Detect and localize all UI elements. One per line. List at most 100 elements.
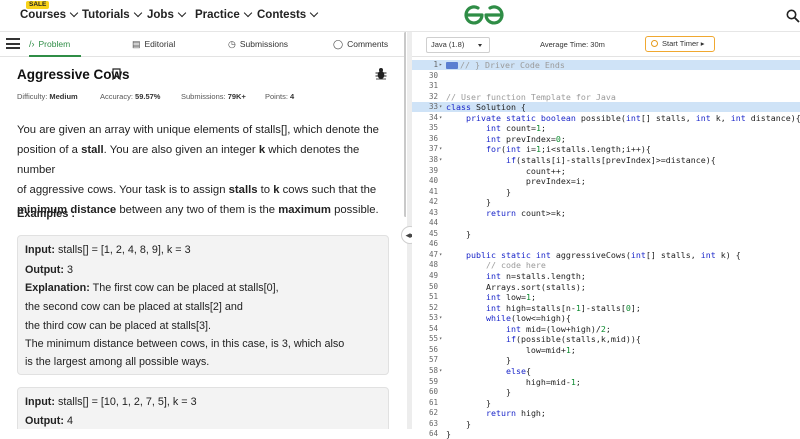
code-text: } bbox=[446, 429, 451, 439]
line-number: 31 bbox=[428, 81, 438, 91]
tab-problem[interactable]: /› Problem bbox=[29, 32, 81, 57]
code-line[interactable]: 45 } bbox=[412, 229, 800, 239]
code-line[interactable]: 35 int count=1; bbox=[412, 123, 800, 133]
language-select[interactable]: Java (1.8) bbox=[426, 37, 490, 53]
code-line[interactable]: 58 ▾ else{ bbox=[412, 366, 800, 376]
code-line[interactable]: 64} bbox=[412, 429, 800, 439]
code-text: public static int aggressiveCows(int[] s… bbox=[465, 249, 741, 260]
chevron-down-icon bbox=[243, 8, 253, 18]
fold-toggle-icon[interactable]: ▾ bbox=[439, 366, 442, 376]
code-text: for(int i=1;i<stalls.length;i++){ bbox=[485, 144, 651, 155]
desc-line: position of a stall. You are also given … bbox=[17, 144, 360, 176]
tab-submissions[interactable]: ◷ Submissions bbox=[228, 32, 288, 57]
gfg-logo-icon[interactable] bbox=[463, 4, 505, 26]
line-number: 42 bbox=[428, 197, 438, 207]
code-line[interactable]: 52 int high=stalls[n-1]-stalls[0]; bbox=[412, 303, 800, 313]
code-line[interactable]: 62 return high; bbox=[412, 408, 800, 418]
problem-tabs: /› Problem ▤ Editorial ◷ Submissions ◯ Comme… bbox=[0, 32, 406, 57]
fold-toggle-icon[interactable]: ▾ bbox=[439, 250, 442, 260]
code-line[interactable]: 46 bbox=[412, 239, 800, 249]
code-line[interactable]: 34 ▾ private static boolean possible(int[… bbox=[412, 113, 800, 123]
code-line[interactable]: 36 int prevIndex=0; bbox=[412, 134, 800, 144]
code-editor[interactable]: 1 ▸ // } Driver Code Ends 30 31 32 // User fun… bbox=[412, 57, 800, 439]
code-line[interactable]: 51 int low=1; bbox=[412, 292, 800, 302]
code-line[interactable]: 49 int n=stalls.length; bbox=[412, 271, 800, 281]
code-line[interactable]: 30 bbox=[412, 71, 800, 81]
code-line[interactable]: 61 } bbox=[412, 398, 800, 408]
code-text: } bbox=[446, 397, 491, 408]
code-line[interactable]: 50 Arrays.sort(stalls); bbox=[412, 282, 800, 292]
bookmark-icon[interactable] bbox=[112, 68, 121, 80]
line-number: 59 bbox=[428, 376, 438, 386]
code-line[interactable]: 57 } bbox=[412, 355, 800, 365]
start-timer-label: Start Timer bbox=[662, 39, 699, 48]
fold-toggle-icon[interactable]: ▾ bbox=[439, 155, 442, 165]
line-number: 56 bbox=[428, 344, 438, 354]
desc-line: of aggressive cows. Your task is to assi… bbox=[17, 184, 377, 196]
accuracy-value: 59.57% bbox=[135, 92, 161, 101]
tab-comments[interactable]: ◯ Comments bbox=[333, 32, 388, 57]
nav-contests[interactable]: Contests bbox=[257, 8, 319, 21]
code-line[interactable]: 37 ▾ for(int i=1;i<stalls.length;i++){ bbox=[412, 144, 800, 154]
code-line[interactable]: 40 prevIndex=i; bbox=[412, 176, 800, 186]
code-line[interactable]: 31 bbox=[412, 81, 800, 91]
code-line[interactable]: 56 low=mid+1; bbox=[412, 345, 800, 355]
fold-toggle-icon[interactable]: ▾ bbox=[439, 102, 442, 112]
fold-toggle-icon[interactable]: ▾ bbox=[439, 144, 442, 154]
code-line[interactable]: 59 high=mid-1; bbox=[412, 377, 800, 387]
bug-icon[interactable] bbox=[375, 67, 387, 80]
code-line[interactable]: 42 } bbox=[412, 197, 800, 207]
nav-practice-label: Practice bbox=[195, 9, 240, 21]
tab-comments-label: Comments bbox=[347, 39, 389, 49]
code-line[interactable]: 60 } bbox=[412, 387, 800, 397]
nav-jobs[interactable]: Jobs bbox=[147, 8, 187, 21]
menu-icon[interactable] bbox=[6, 38, 20, 49]
fold-toggle-icon[interactable]: ▾ bbox=[439, 313, 442, 323]
fold-toggle-icon[interactable]: ▾ bbox=[439, 334, 442, 344]
search-icon[interactable] bbox=[786, 9, 800, 23]
example-1-explanation-line: the third cow can be placed at stalls[3]… bbox=[25, 320, 212, 332]
nav-courses[interactable]: Courses bbox=[20, 8, 79, 21]
code-line[interactable]: 47 ▾ public static int aggressiveCows(int… bbox=[412, 250, 800, 260]
fold-toggle-icon[interactable]: ▾ bbox=[439, 113, 442, 123]
nav-tutorials[interactable]: Tutorials bbox=[82, 8, 142, 21]
code-line[interactable]: 41 } bbox=[412, 187, 800, 197]
code-line[interactable]: 1 ▸ // } Driver Code Ends bbox=[412, 60, 800, 70]
code-text: int low=1; bbox=[485, 292, 536, 303]
code-text: // code here bbox=[485, 260, 546, 271]
code-line[interactable]: 39 count++; bbox=[412, 166, 800, 176]
code-text: } bbox=[446, 387, 511, 398]
example-2-output: Output: 4 bbox=[25, 415, 73, 427]
code-line[interactable]: 53 ▾ while(low<=high){ bbox=[412, 313, 800, 323]
code-line[interactable]: 54 int mid=(low+high)/2; bbox=[412, 324, 800, 334]
code-text: } bbox=[446, 355, 511, 366]
code-line[interactable]: 48 // code here bbox=[412, 260, 800, 270]
difficulty: Difficulty: Medium bbox=[17, 92, 78, 101]
code-line[interactable]: 38 ▾ if(stalls[i]-stalls[prevIndex]>=dist… bbox=[412, 155, 800, 165]
code-line[interactable]: 44 bbox=[412, 218, 800, 228]
code-line[interactable]: 63 } bbox=[412, 419, 800, 429]
line-number: 58 bbox=[428, 365, 438, 375]
submissions: Submissions: 79K+ bbox=[181, 92, 246, 101]
line-number: 52 bbox=[428, 302, 438, 312]
nav-contests-label: Contests bbox=[257, 9, 307, 21]
code-text: count++; bbox=[446, 165, 566, 176]
example-1-explanation: Explanation: The first cow can be placed… bbox=[25, 282, 279, 294]
start-timer-button[interactable]: Start Timer ▸ bbox=[645, 36, 715, 52]
nav-practice[interactable]: Practice bbox=[195, 8, 253, 21]
tab-editorial[interactable]: ▤ Editorial bbox=[132, 32, 175, 57]
problem-scrollbar[interactable] bbox=[404, 32, 406, 217]
line-number: 30 bbox=[428, 70, 438, 80]
fold-toggle-icon[interactable]: ▸ bbox=[439, 60, 442, 70]
example-2: Input: stalls[] = [10, 1, 2, 7, 5], k = … bbox=[17, 387, 389, 429]
code-line[interactable]: 33 ▾ class Solution { bbox=[412, 102, 800, 113]
tab-problem-label: Problem bbox=[38, 39, 71, 49]
caret-down-icon bbox=[478, 44, 482, 47]
code-line[interactable]: 43 return count>=k; bbox=[412, 208, 800, 218]
code-text: // } Driver Code Ends bbox=[446, 60, 565, 70]
code-line[interactable]: 55 ▾ if(possible(stalls,k,mid)){ bbox=[412, 334, 800, 344]
desc-line: You are given an array with unique eleme… bbox=[17, 124, 379, 136]
code-text: return count>=k; bbox=[485, 207, 566, 218]
code-text: // User function Template for Java bbox=[446, 91, 616, 102]
code-line[interactable]: 32 // User function Template for Java bbox=[412, 92, 800, 102]
